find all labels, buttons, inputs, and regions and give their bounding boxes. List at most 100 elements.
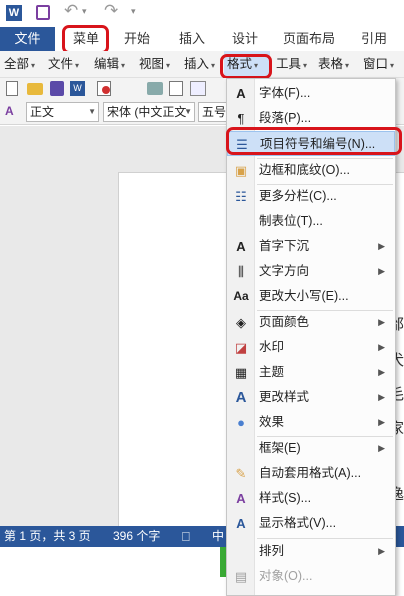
tab-menu[interactable]: 菜单 bbox=[60, 27, 112, 51]
submenu-arrow-icon: ▶ bbox=[378, 367, 385, 377]
undo-icon[interactable]: ↶ bbox=[64, 1, 78, 21]
chevron-down-icon: ▾ bbox=[345, 61, 350, 70]
menubar-tools-label: 工具 bbox=[276, 57, 302, 71]
menubar-view[interactable]: 视图 ▾ bbox=[139, 51, 170, 78]
menu-item-paragraph[interactable]: ¶ 段落(P)... bbox=[227, 106, 395, 131]
menu-item-change-styles[interactable]: A 更改样式 ▶ bbox=[227, 385, 395, 410]
menu-item-label: 更多分栏(C)... bbox=[259, 189, 337, 203]
open-folder-icon[interactable] bbox=[27, 83, 43, 95]
menu-item-columns[interactable]: ☷ 更多分栏(C)... bbox=[227, 184, 395, 209]
tab-file[interactable]: 文件 bbox=[0, 27, 55, 51]
theme-icon: ▦ bbox=[234, 365, 248, 380]
customize-qat-icon[interactable]: ▾ bbox=[131, 6, 136, 17]
language-indicator[interactable]: 中 bbox=[212, 526, 224, 547]
menubar-table[interactable]: 表格 ▾ bbox=[318, 51, 349, 78]
menu-item-drop-cap[interactable]: A 首字下沉 ▶ bbox=[227, 234, 395, 259]
quick-access-toolbar: W ↶ ▾ ↷ ▾ bbox=[0, 0, 404, 27]
spelling-icon[interactable] bbox=[190, 81, 206, 96]
redo-icon[interactable]: ↷ bbox=[104, 1, 118, 21]
menu-item-borders-shading[interactable]: ▣ 边框和底纹(O)... bbox=[227, 158, 395, 183]
word-logo-icon[interactable]: W bbox=[6, 5, 22, 21]
page-color-icon: ◈ bbox=[236, 315, 246, 330]
menu-item-label: 显示格式(V)... bbox=[259, 516, 337, 530]
menu-item-effects[interactable]: ● 效果 ▶ bbox=[227, 410, 395, 435]
chevron-down-icon: ▾ bbox=[211, 61, 216, 70]
font-icon: A bbox=[236, 86, 246, 101]
menu-item-label: 更改大小写(E)... bbox=[259, 289, 349, 303]
menubar-window-label: 窗口 bbox=[363, 57, 389, 71]
undo-dropdown-icon[interactable]: ▾ bbox=[82, 6, 87, 17]
menu-item-tabs[interactable]: 制表位(T)... bbox=[227, 209, 395, 234]
menu-item-bullets-numbering[interactable]: ☰ 项目符号和编号(N)... bbox=[227, 131, 395, 156]
change-case-icon: Aa bbox=[233, 289, 249, 303]
word-count[interactable]: 396 个字 bbox=[113, 526, 160, 547]
chevron-down-icon: ▾ bbox=[75, 61, 80, 70]
menubar-file[interactable]: 文件 ▾ bbox=[48, 51, 79, 78]
ribbon-tabs: 文件 菜单 开始 插入 设计 页面布局 引用 bbox=[0, 27, 404, 51]
menu-item-styles[interactable]: A 样式(S)... bbox=[227, 486, 395, 511]
submenu-arrow-icon: ▶ bbox=[378, 443, 385, 453]
menu-item-arrange[interactable]: 排列 ▶ bbox=[227, 539, 395, 564]
proofing-icon[interactable]: ⎕ bbox=[182, 526, 190, 547]
menubar-insert-label: 插入 bbox=[184, 57, 210, 71]
print-icon[interactable] bbox=[147, 82, 163, 95]
paragraph-icon: ¶ bbox=[237, 111, 245, 126]
menu-item-label: 页面颜色 bbox=[259, 315, 310, 329]
menu-item-autoformat[interactable]: ✎ 自动套用格式(A)... bbox=[227, 461, 395, 486]
menu-item-label: 效果 bbox=[259, 415, 285, 429]
menubar-edit[interactable]: 编辑 ▾ bbox=[94, 51, 125, 78]
submenu-arrow-icon: ▶ bbox=[378, 392, 385, 402]
print-preview-icon[interactable] bbox=[169, 81, 183, 96]
permission-icon[interactable] bbox=[97, 81, 111, 96]
menu-item-label: 样式(S)... bbox=[259, 491, 312, 505]
menubar-tools[interactable]: 工具 ▾ bbox=[276, 51, 307, 78]
menubar-window[interactable]: 窗口 ▾ bbox=[363, 51, 394, 78]
menu-item-reveal-formatting[interactable]: A 显示格式(V)... bbox=[227, 511, 395, 536]
menubar-insert[interactable]: 插入 ▾ bbox=[184, 51, 215, 78]
text-direction-icon: ⫼ bbox=[238, 264, 244, 279]
menu-item-watermark[interactable]: ◪ 水印 ▶ bbox=[227, 335, 395, 360]
menu-item-label: 对象(O)... bbox=[259, 569, 313, 583]
menu-item-label: 文字方向 bbox=[259, 264, 310, 278]
menu-item-label: 项目符号和编号(N)... bbox=[260, 137, 376, 151]
tab-stop-icon bbox=[232, 213, 250, 230]
columns-icon: ☷ bbox=[235, 189, 247, 204]
font-dropdown[interactable]: 宋体 (中文正文 ▼ bbox=[103, 102, 195, 122]
save-toolbar-icon[interactable] bbox=[50, 81, 64, 96]
submenu-arrow-icon: ▶ bbox=[378, 317, 385, 327]
style-dropdown[interactable]: 正文 ▼ bbox=[26, 102, 99, 122]
submenu-arrow-icon: ▶ bbox=[378, 266, 385, 276]
new-document-icon[interactable] bbox=[6, 81, 18, 96]
menu-item-label: 首字下沉 bbox=[259, 239, 310, 253]
style-dropdown-value: 正文 bbox=[30, 105, 55, 119]
arrange-icon bbox=[232, 543, 250, 560]
autoformat-icon: ✎ bbox=[235, 466, 247, 481]
menubar-table-label: 表格 bbox=[318, 57, 344, 71]
object-icon: ▤ bbox=[234, 569, 248, 584]
menu-item-text-direction[interactable]: ⫼ 文字方向 ▶ bbox=[227, 259, 395, 284]
tab-design[interactable]: 设计 bbox=[223, 27, 267, 51]
styles-pane-icon[interactable]: A bbox=[5, 104, 14, 118]
menubar-all[interactable]: 全部 ▾ bbox=[4, 51, 35, 78]
menubar-view-label: 视图 bbox=[139, 57, 165, 71]
menu-item-frames[interactable]: 框架(E) ▶ bbox=[227, 436, 395, 461]
save-icon[interactable] bbox=[36, 5, 50, 20]
styles-icon: A bbox=[236, 491, 246, 506]
menu-item-page-color[interactable]: ◈ 页面颜色 ▶ bbox=[227, 310, 395, 335]
menubar-format[interactable]: 格式 ▾ bbox=[224, 51, 270, 78]
tab-page-layout[interactable]: 页面布局 bbox=[277, 27, 341, 51]
menubar-edit-label: 编辑 bbox=[94, 57, 120, 71]
word-doc-icon[interactable]: W bbox=[70, 81, 85, 96]
menu-item-object: ▤ 对象(O)... bbox=[227, 564, 395, 589]
chevron-down-icon: ▾ bbox=[121, 61, 126, 70]
chevron-down-icon: ▼ bbox=[184, 107, 192, 116]
menu-item-theme[interactable]: ▦ 主题 ▶ bbox=[227, 360, 395, 385]
menu-item-font[interactable]: A 字体(F)... bbox=[227, 81, 395, 106]
page-count[interactable]: 第 1 页，共 3 页 bbox=[4, 526, 91, 547]
bullet-list-icon: ☰ bbox=[236, 137, 248, 152]
tab-home[interactable]: 开始 bbox=[115, 27, 159, 51]
menu-item-change-case[interactable]: Aa 更改大小写(E)... bbox=[227, 284, 395, 309]
format-menu-dropdown: A 字体(F)... ¶ 段落(P)... ☰ 项目符号和编号(N)... ▣ 边框和底… bbox=[226, 78, 396, 596]
tab-insert[interactable]: 插入 bbox=[170, 27, 214, 51]
tab-references[interactable]: 引用 bbox=[352, 27, 396, 51]
